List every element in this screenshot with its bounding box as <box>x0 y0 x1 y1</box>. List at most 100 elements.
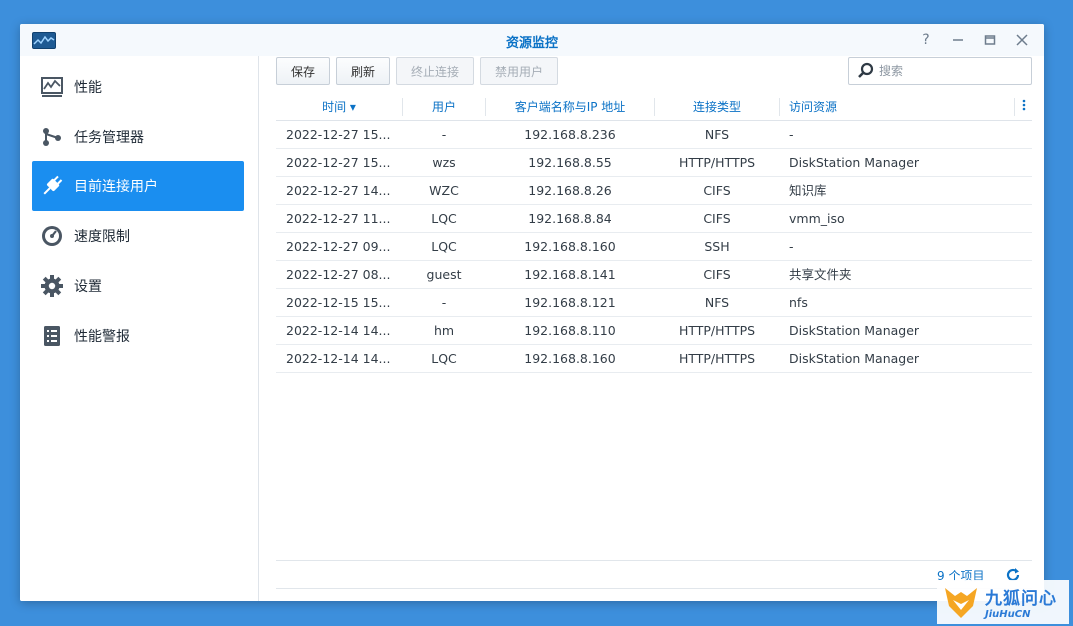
cell-resource: - <box>789 127 794 142</box>
cell-resource: DiskStation Manager <box>789 155 920 170</box>
cell-user: - <box>441 295 447 310</box>
cell-user: guest <box>426 267 462 282</box>
watermark-en: JiuHuCN <box>985 609 1031 620</box>
refresh-button[interactable]: 刷新 <box>336 57 390 85</box>
footer-divider <box>276 560 1032 561</box>
watermark: 九狐问心 JiuHuCN <box>937 580 1069 624</box>
sort-desc-icon: ▾ <box>349 100 356 114</box>
cell-client-ip: 192.168.8.141 <box>524 267 616 282</box>
sidebar-divider <box>258 56 259 601</box>
table-header: 时间 ▾ 用户 客户端名称与IP 地址 连接类型 访问资源 <box>276 94 1032 121</box>
search-box[interactable] <box>848 57 1032 85</box>
table-body: 2022-12-27 15... -192.168.8.236 NFS -2022-1… <box>276 121 1032 373</box>
task-manager-icon <box>40 125 64 149</box>
cell-time: 2022-12-27 11... <box>286 211 391 226</box>
column-header-client-ip[interactable]: 客户端名称与IP 地址 <box>486 94 654 120</box>
column-header-user[interactable]: 用户 <box>403 94 485 120</box>
cell-user: LQC <box>431 211 457 226</box>
cell-connection-type: HTTP/HTTPS <box>678 323 756 338</box>
window-title: 资源监控 <box>505 36 558 51</box>
cell-client-ip: 192.168.8.110 <box>524 323 616 338</box>
cell-connection-type: CIFS <box>703 267 731 282</box>
sidebar-item-task-manager[interactable]: 任务管理器 <box>32 112 244 162</box>
cell-resource: 共享文件夹 <box>789 267 852 282</box>
cell-connection-type: CIFS <box>703 211 731 226</box>
sidebar-item-label: 速度限制 <box>74 229 130 245</box>
cell-client-ip: 192.168.8.160 <box>524 351 616 366</box>
footer-bottom-line <box>276 588 1032 589</box>
plug-icon <box>40 174 64 198</box>
cell-resource: 知识库 <box>789 183 827 198</box>
cell-client-ip: 192.168.8.55 <box>528 155 612 170</box>
table-row[interactable]: 2022-12-15 15... - 192.168.8.121 NFS nfs <box>276 289 1032 317</box>
close-icon[interactable] <box>1014 31 1030 49</box>
minimize-icon[interactable] <box>950 31 966 49</box>
cell-resource: nfs <box>789 295 808 310</box>
sidebar-item-performance[interactable]: 性能 <box>32 62 244 112</box>
cell-connection-type: HTTP/HTTPS <box>678 351 756 366</box>
column-header-connection-type[interactable]: 连接类型 <box>655 94 779 120</box>
table-row[interactable]: 2022-12-27 09... LQC 192.168.8.160 SSH - <box>276 233 1032 261</box>
cell-connection-type: CIFS <box>703 183 731 198</box>
search-input[interactable] <box>879 64 1019 78</box>
cell-client-ip: 192.168.8.160 <box>524 239 616 254</box>
table-row[interactable]: 2022-12-27 11... LQC 192.168.8.84 CIFS vmm_i… <box>276 205 1032 233</box>
cell-user: - <box>441 127 447 142</box>
sidebar-item-label: 设置 <box>74 279 102 295</box>
cell-user: LQC <box>431 239 457 254</box>
column-options-icon[interactable] <box>1016 94 1032 120</box>
table-row[interactable]: 2022-12-27 15... - 192.168.8.236 NFS - <box>276 121 1032 149</box>
sidebar-item-label: 目前连接用户 <box>74 179 158 195</box>
disable-user-button[interactable]: 禁用用户 <box>480 57 558 85</box>
watermark-cn: 九狐问心 <box>985 589 1057 609</box>
cell-connection-type: NFS <box>704 295 730 310</box>
cell-time: 2022-12-27 09... <box>286 239 391 254</box>
column-header-resource[interactable]: 访问资源 <box>789 94 989 120</box>
sidebar-item-label: 性能警报 <box>74 329 130 345</box>
cell-connection-type: HTTP/HTTPS <box>678 155 756 170</box>
cell-resource: - <box>789 239 794 254</box>
column-header-time[interactable]: 时间 ▾ <box>276 94 402 120</box>
cell-client-ip: 192.168.8.236 <box>524 127 616 142</box>
cell-time: 2022-12-15 15... <box>286 295 391 310</box>
help-icon[interactable]: ? <box>918 31 934 49</box>
title-bar[interactable]: 资源监控 ? <box>20 24 1044 56</box>
cell-client-ip: 192.168.8.121 <box>524 295 616 310</box>
cell-resource: DiskStation Manager <box>789 351 920 366</box>
cell-user: WZC <box>429 183 459 198</box>
cell-resource: DiskStation Manager <box>789 323 920 338</box>
table-row[interactable]: 2022-12-27 08... guest 192.168.8.141 CIFS 共享… <box>276 261 1032 289</box>
cell-time: 2022-12-27 14... <box>286 183 391 198</box>
sidebar-item-settings[interactable]: 设置 <box>32 261 244 311</box>
cell-client-ip: 192.168.8.26 <box>528 183 612 198</box>
cell-time: 2022-12-27 08... <box>286 267 391 282</box>
cell-time: 2022-12-27 15... <box>286 127 391 142</box>
fox-logo-icon <box>945 588 977 618</box>
table-row[interactable]: 2022-12-27 14... WZC 192.168.8.26 CIFS 知识库 <box>276 177 1032 205</box>
cell-user: wzs <box>432 155 456 170</box>
maximize-icon[interactable] <box>982 31 998 49</box>
toolbar: 保存 刷新 终止连接 禁用用户 <box>276 57 1032 85</box>
table-row[interactable]: 2022-12-14 14... hm 192.168.8.110 HTTP/HTTP… <box>276 317 1032 345</box>
cell-time: 2022-12-27 15... <box>286 155 391 170</box>
sidebar-item-connected-users[interactable]: 目前连接用户 <box>32 161 244 211</box>
sidebar-item-label: 性能 <box>74 80 102 96</box>
cell-user: LQC <box>431 351 457 366</box>
sidebar-item-label: 任务管理器 <box>74 130 144 146</box>
sidebar: 性能 任务管理器 目前连接用户 速度限制 设置 性能警报 <box>20 56 258 601</box>
cell-connection-type: SSH <box>704 239 730 254</box>
search-icon <box>858 62 874 78</box>
speedometer-icon <box>40 224 64 248</box>
cell-user: hm <box>433 323 455 338</box>
cell-client-ip: 192.168.8.84 <box>528 211 612 226</box>
connections-table: 时间 ▾ 用户 客户端名称与IP 地址 连接类型 访问资源 2022-12-27… <box>276 94 1032 373</box>
cell-resource: vmm_iso <box>789 211 845 226</box>
sidebar-item-performance-alerts[interactable]: 性能警报 <box>32 311 244 361</box>
alert-list-icon <box>40 324 64 348</box>
table-row[interactable]: 2022-12-27 15... wzs 192.168.8.55 HTTP/HTTP… <box>276 149 1032 177</box>
terminate-connection-button[interactable]: 终止连接 <box>396 57 474 85</box>
cell-connection-type: NFS <box>704 127 730 142</box>
sidebar-item-speed-limit[interactable]: 速度限制 <box>32 211 244 261</box>
save-button[interactable]: 保存 <box>276 57 330 85</box>
table-row[interactable]: 2022-12-14 14... LQC 192.168.8.160 HTTP/HTT… <box>276 345 1032 373</box>
